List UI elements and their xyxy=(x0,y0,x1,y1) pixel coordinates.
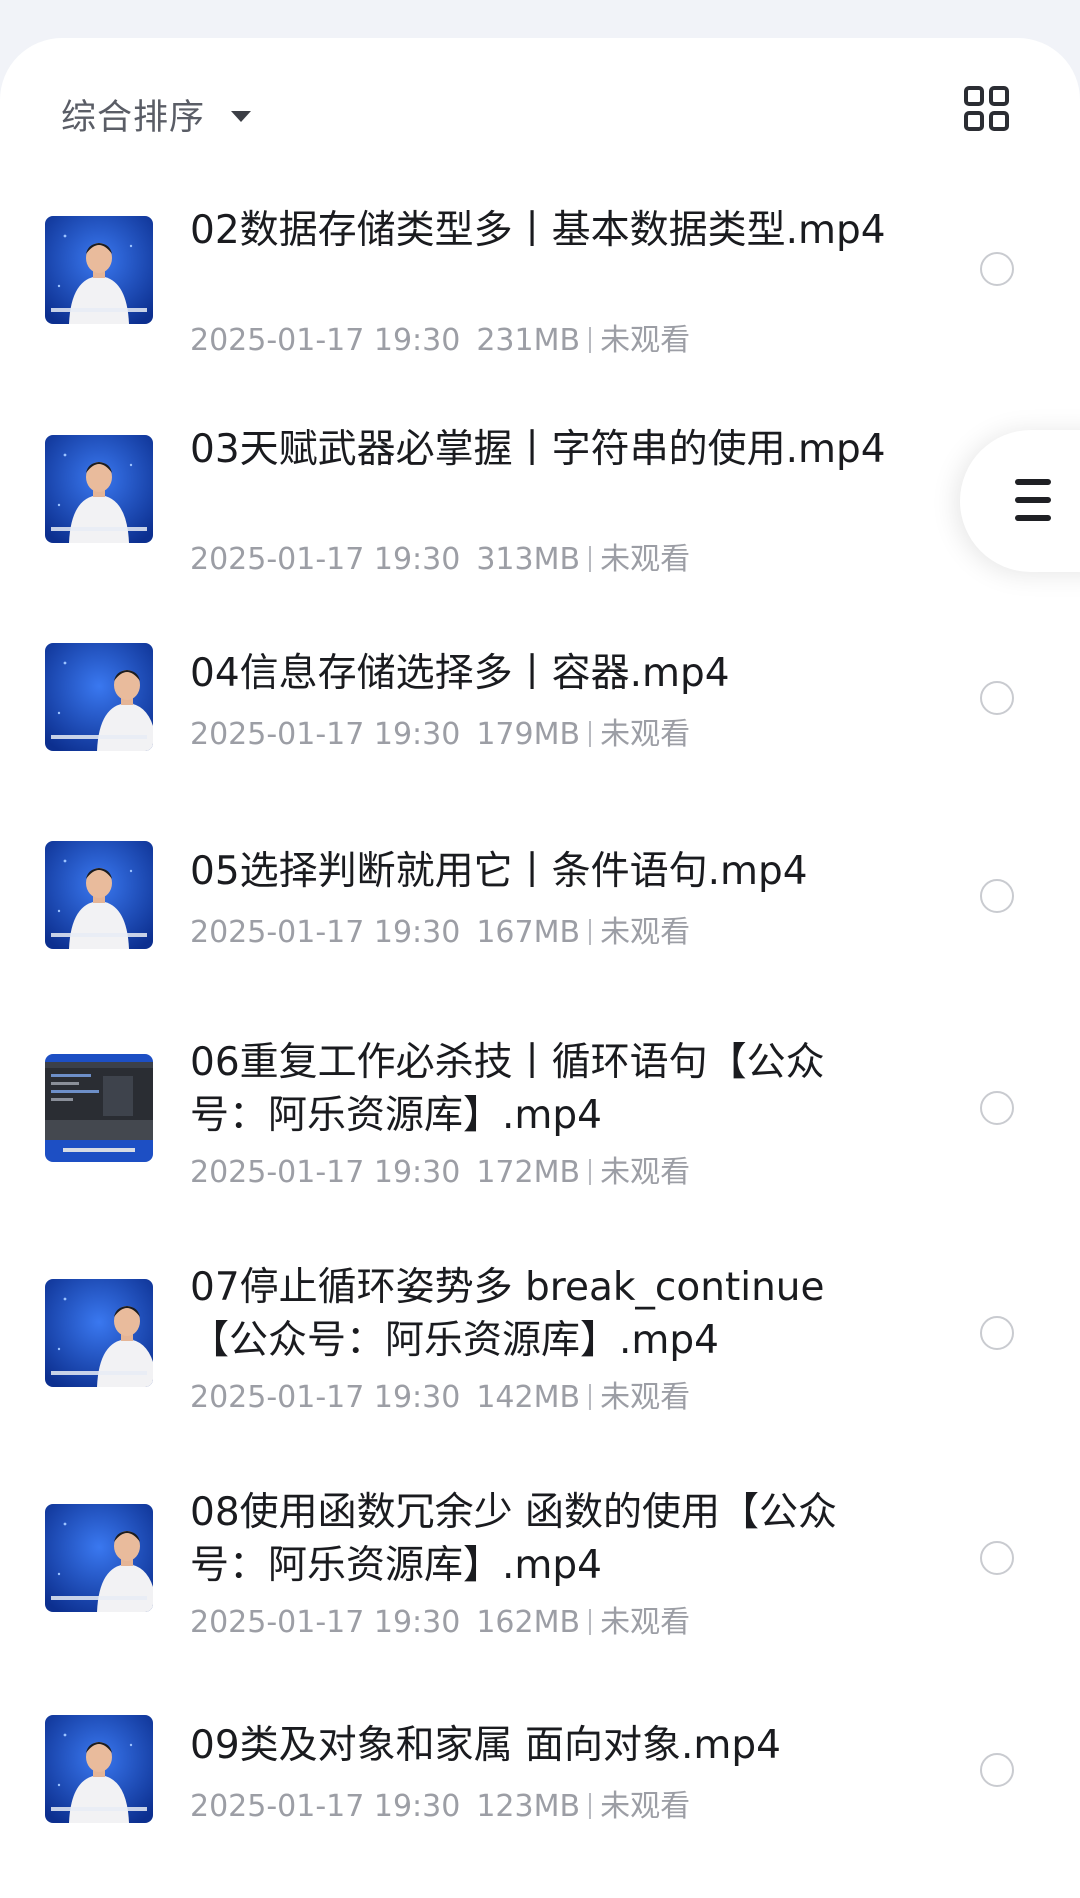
video-thumbnail[interactable] xyxy=(45,841,153,949)
video-thumbnail[interactable] xyxy=(45,1504,153,1612)
select-radio[interactable] xyxy=(980,252,1014,286)
file-size: 123MB xyxy=(476,1789,581,1824)
file-meta: 2025-01-17 19:30 162MB 未观看 xyxy=(190,1603,690,1643)
video-thumbnail[interactable] xyxy=(45,216,153,324)
file-meta: 2025-01-17 19:30 142MB 未观看 xyxy=(190,1378,690,1418)
divider xyxy=(589,1609,592,1635)
file-date: 2025-01-17 19:30 xyxy=(190,323,461,358)
select-radio[interactable] xyxy=(980,1316,1014,1350)
file-date: 2025-01-17 19:30 xyxy=(190,1380,461,1415)
file-title: 05选择判断就用它丨条件语句.mp4 xyxy=(190,849,808,894)
file-date: 2025-01-17 19:30 xyxy=(190,1155,461,1190)
divider xyxy=(589,721,592,747)
watch-status: 未观看 xyxy=(600,542,691,577)
video-thumbnail[interactable] xyxy=(45,435,153,543)
divider xyxy=(589,327,592,353)
file-meta: 2025-01-17 19:30 167MB 未观看 xyxy=(190,913,690,953)
video-thumbnail[interactable] xyxy=(45,1715,153,1823)
file-date: 2025-01-17 19:30 xyxy=(190,542,461,577)
file-title: 02数据存储类型多丨基本数据类型.mp4 xyxy=(190,208,886,253)
video-thumbnail[interactable] xyxy=(45,1279,153,1387)
file-meta: 2025-01-17 19:30 231MB 未观看 xyxy=(190,321,690,361)
file-date: 2025-01-17 19:30 xyxy=(190,717,461,752)
file-title: 08使用函数冗余少 函数的使用【公众号：阿乐资源库】.mp4 xyxy=(190,1490,838,1588)
watch-status: 未观看 xyxy=(600,1605,691,1640)
watch-status: 未观看 xyxy=(600,717,691,752)
file-date: 2025-01-17 19:30 xyxy=(190,1605,461,1640)
select-radio[interactable] xyxy=(980,1091,1014,1125)
divider xyxy=(589,1159,592,1185)
sort-dropdown[interactable]: 综合排序 xyxy=(61,84,252,144)
watch-status: 未观看 xyxy=(600,1789,691,1824)
file-meta: 2025-01-17 19:30 123MB 未观看 xyxy=(190,1787,690,1827)
grid-view-icon[interactable] xyxy=(963,85,1011,133)
file-meta: 2025-01-17 19:30 313MB 未观看 xyxy=(190,540,690,580)
divider xyxy=(589,919,592,945)
file-size: 142MB xyxy=(476,1380,581,1415)
file-size: 167MB xyxy=(476,915,581,950)
file-list-sheet: 综合排序 02数据存储类型多丨基本数据类型.mp4 2025-01-17 19:3… xyxy=(0,38,1080,1898)
select-radio[interactable] xyxy=(980,681,1014,715)
file-size: 231MB xyxy=(476,323,581,358)
watch-status: 未观看 xyxy=(600,323,691,358)
file-meta: 2025-01-17 19:30 172MB 未观看 xyxy=(190,1153,690,1193)
watch-status: 未观看 xyxy=(600,1380,691,1415)
file-title: 03天赋武器必掌握丨字符串的使用.mp4 xyxy=(190,427,886,472)
video-thumbnail[interactable] xyxy=(45,643,153,751)
divider xyxy=(589,1793,592,1819)
file-meta: 2025-01-17 19:30 179MB 未观看 xyxy=(190,715,690,755)
file-date: 2025-01-17 19:30 xyxy=(190,915,461,950)
video-thumbnail[interactable] xyxy=(45,1054,153,1162)
divider xyxy=(589,546,592,572)
caret-down-icon xyxy=(231,110,252,122)
file-size: 313MB xyxy=(476,542,581,577)
file-size: 172MB xyxy=(476,1155,581,1190)
select-radio[interactable] xyxy=(980,879,1014,913)
file-title: 04信息存储选择多丨容器.mp4 xyxy=(190,651,730,696)
file-size: 162MB xyxy=(476,1605,581,1640)
file-title: 07停止循环姿势多 break_continue【公众号：阿乐资源库】.mp4 xyxy=(190,1265,825,1363)
file-title: 09类及对象和家属 面向对象.mp4 xyxy=(190,1723,781,1768)
file-date: 2025-01-17 19:30 xyxy=(190,1789,461,1824)
divider xyxy=(589,1384,592,1410)
file-title: 06重复工作必杀技丨循环语句【公众号：阿乐资源库】.mp4 xyxy=(190,1040,825,1138)
select-radio[interactable] xyxy=(980,1541,1014,1575)
sort-label: 综合排序 xyxy=(61,97,206,138)
file-size: 179MB xyxy=(476,717,581,752)
select-radio[interactable] xyxy=(980,1753,1014,1787)
menu-icon[interactable] xyxy=(960,430,1080,572)
watch-status: 未观看 xyxy=(600,1155,691,1190)
watch-status: 未观看 xyxy=(600,915,691,950)
